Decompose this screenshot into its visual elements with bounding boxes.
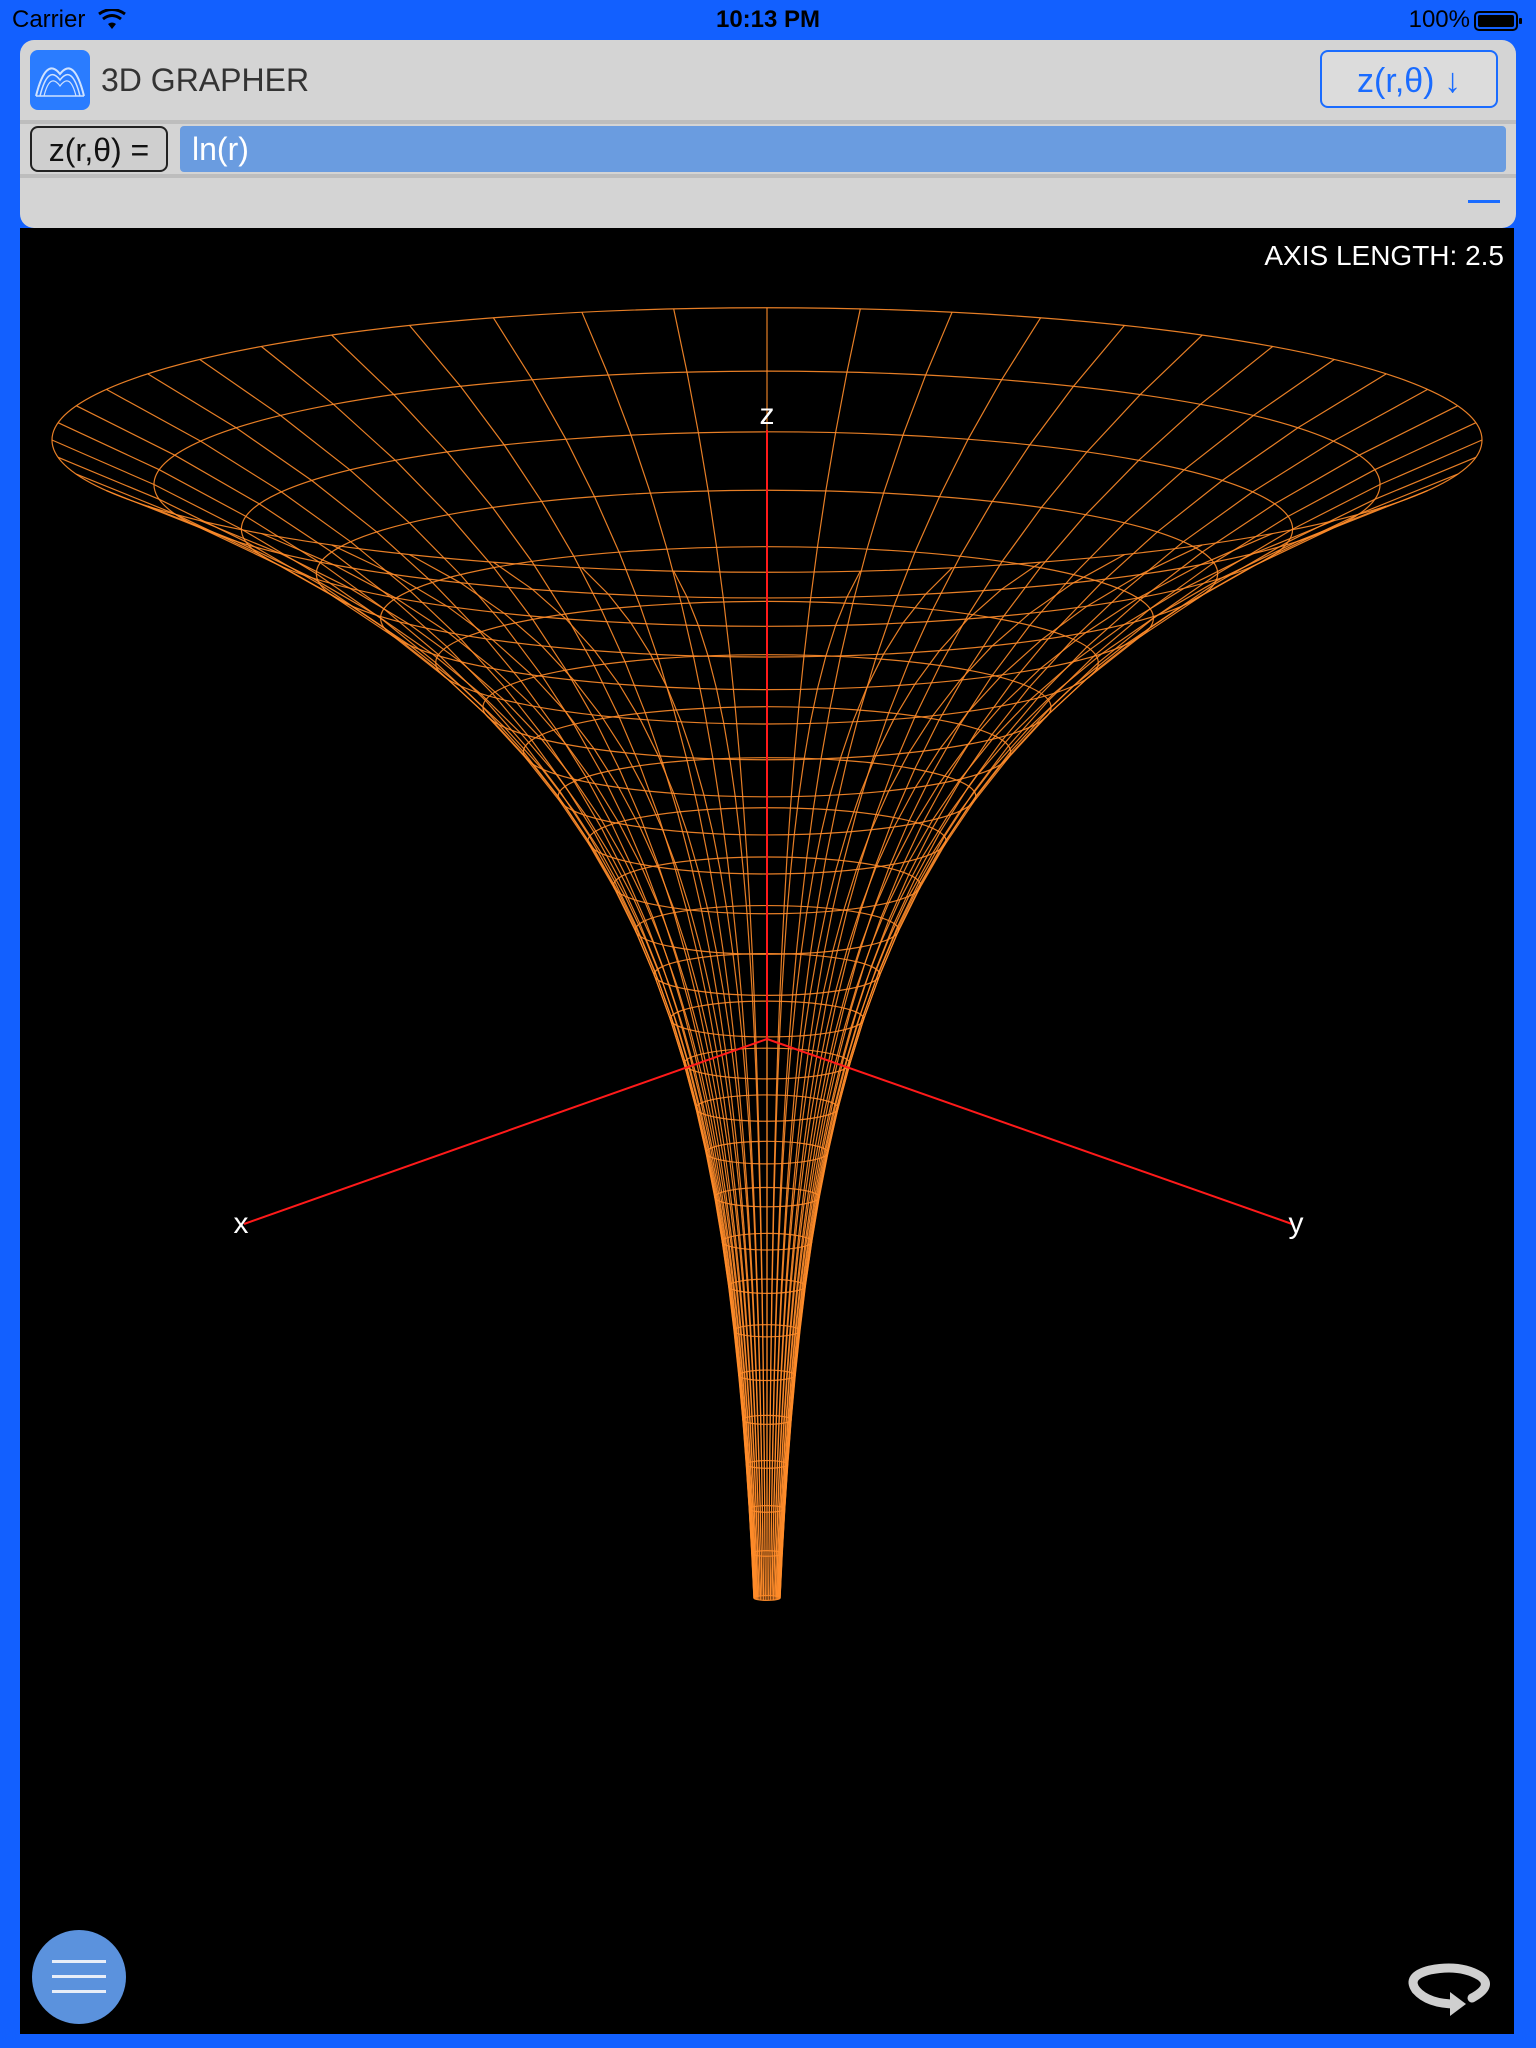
function-input[interactable]: ln(r) [180, 126, 1506, 172]
axis-length-readout: AXIS LENGTH: 2.5 [1264, 240, 1504, 271]
battery-percent: 100% [1408, 6, 1470, 33]
surface-meridian [775, 346, 1273, 1597]
status-bar: Carrier 10:13 PM 100% [0, 0, 1536, 40]
surface-meridian [199, 519, 758, 1600]
surface-meridian [772, 325, 1125, 1596]
function-panel: 3D GRAPHER z(r,θ) ↓ z(r,θ) = ln(r) [20, 40, 1516, 228]
rotate-icon[interactable] [1400, 1952, 1496, 2022]
surface-logo-icon [30, 50, 90, 110]
surface-meridian [492, 317, 763, 1596]
y-axis [766, 1038, 1293, 1225]
surface-meridian [779, 422, 1477, 1598]
surface-plot[interactable]: z x y [20, 228, 1514, 2034]
y-axis-label: y [1289, 1207, 1304, 1240]
surface-meridian [57, 422, 755, 1598]
clock: 10:13 PM [715, 6, 821, 33]
surface-meridian [774, 334, 1203, 1597]
surface-meridian [772, 554, 1125, 1601]
collapse-handle[interactable] [1468, 200, 1500, 203]
surface-meridian [779, 456, 1477, 1599]
surface-meridian [147, 373, 757, 1597]
divider [20, 174, 1516, 178]
divider [20, 120, 1516, 124]
x-axis [243, 1038, 768, 1225]
graph-canvas[interactable]: z x y AXIS LENGTH: 2.5 [20, 228, 1514, 2034]
menu-button[interactable] [32, 1930, 126, 2024]
z-axis-label: z [760, 398, 775, 431]
surface-meridian [331, 334, 760, 1597]
surface-meridian [779, 405, 1458, 1598]
surface-meridian [76, 405, 755, 1598]
hamburger-icon [52, 1960, 106, 1963]
surface-meridian [57, 456, 755, 1599]
function-type-label[interactable]: z(r,θ) = [30, 126, 168, 172]
surface-meridian [51, 439, 755, 1599]
surface-meridian [771, 317, 1042, 1596]
surface-meridian [147, 505, 757, 1600]
function-mode-button[interactable]: z(r,θ) ↓ [1320, 50, 1498, 108]
surface-meridian [779, 439, 1483, 1599]
surface-meridian [777, 505, 1387, 1600]
surface-meridian [776, 519, 1335, 1600]
battery-icon [1474, 11, 1522, 31]
surface-meridian [409, 554, 762, 1601]
surface-meridian [409, 325, 762, 1596]
surface-meridian [777, 373, 1387, 1597]
surface-meridian [261, 346, 759, 1597]
x-axis-label: x [234, 1207, 249, 1240]
app-title: 3D GRAPHER [101, 62, 310, 98]
